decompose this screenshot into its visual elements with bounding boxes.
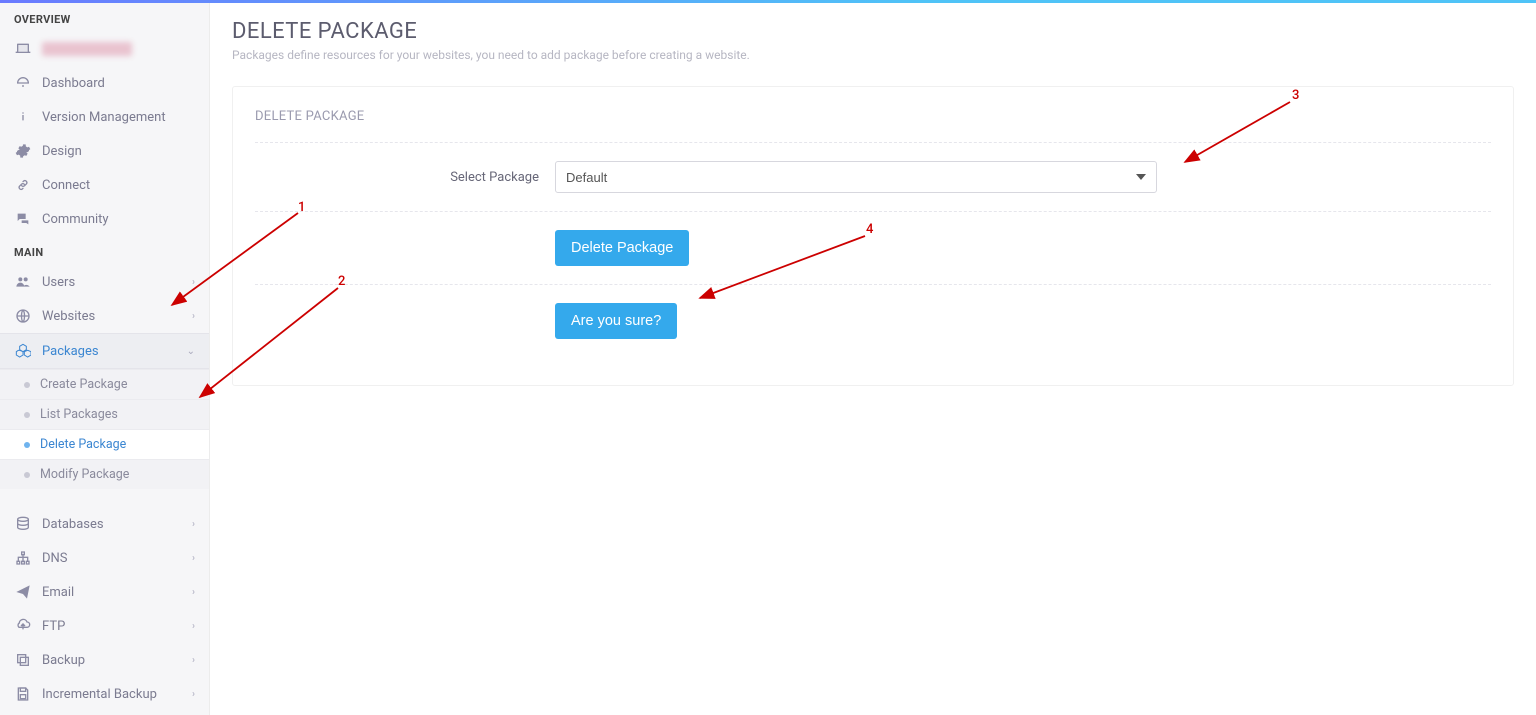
chevron-right-icon: › — [192, 689, 195, 700]
select-package-row: Select Package Default — [255, 143, 1491, 212]
sidebar-label: Email — [42, 585, 192, 600]
sidebar-label: Backup — [42, 653, 192, 668]
chevron-right-icon: › — [192, 553, 195, 564]
sidebar-label: FTP — [42, 619, 192, 634]
chevron-right-icon: › — [192, 519, 195, 530]
chevron-right-icon: › — [192, 587, 195, 598]
sidebar-item-websites[interactable]: Websites › — [0, 299, 209, 333]
sidebar-item-dashboard[interactable]: Dashboard — [0, 66, 209, 100]
sidebar-label: Packages — [42, 344, 187, 359]
select-package-label: Select Package — [255, 170, 555, 185]
top-accent-bar — [0, 0, 1536, 3]
database-icon — [14, 515, 32, 533]
sidebar-label: Incremental Backup — [42, 687, 192, 702]
sidebar: OVERVIEW Dashboard Version Management De… — [0, 3, 210, 715]
sidebar-item-incremental-backup[interactable]: Incremental Backup › — [0, 677, 209, 711]
page-title: DELETE PACKAGE — [232, 19, 1514, 44]
paper-plane-icon — [14, 583, 32, 601]
sidebar-item-version[interactable]: Version Management — [0, 100, 209, 134]
save-icon — [14, 685, 32, 703]
link-icon — [14, 176, 32, 194]
gear-icon — [14, 142, 32, 160]
sidebar-label: Databases — [42, 517, 192, 532]
sidebar-sub-create-package[interactable]: Create Package — [0, 369, 209, 399]
sitemap-icon — [14, 549, 32, 567]
section-main-title: MAIN — [0, 236, 209, 265]
cloud-upload-icon — [14, 617, 32, 635]
globe-icon — [14, 307, 32, 325]
sidebar-sub-list-packages[interactable]: List Packages — [0, 399, 209, 429]
sidebar-item-databases[interactable]: Databases › — [0, 507, 209, 541]
sidebar-label: Users — [42, 275, 192, 290]
copy-icon — [14, 651, 32, 669]
sidebar-item-email[interactable]: Email › — [0, 575, 209, 609]
packages-submenu: Create Package List Packages Delete Pack… — [0, 369, 209, 489]
sidebar-label: Version Management — [42, 110, 195, 125]
main-content: DELETE PACKAGE Packages define resources… — [210, 3, 1536, 715]
sidebar-label: DNS — [42, 551, 192, 566]
sidebar-item-community[interactable]: Community — [0, 202, 209, 236]
confirm-button-row: Are you sure? — [255, 285, 1491, 357]
page-subtitle: Packages define resources for your websi… — [232, 48, 1514, 62]
delete-package-button[interactable]: Delete Package — [555, 230, 689, 266]
delete-package-panel: DELETE PACKAGE Select Package Default De… — [232, 86, 1514, 386]
panel-title: DELETE PACKAGE — [255, 109, 1491, 143]
info-icon — [14, 108, 32, 126]
sidebar-label: Connect — [42, 178, 195, 193]
sidebar-label: Websites — [42, 309, 192, 324]
cubes-icon — [14, 342, 32, 360]
sidebar-sub-modify-package[interactable]: Modify Package — [0, 459, 209, 489]
delete-button-row: Delete Package — [255, 212, 1491, 285]
chevron-right-icon: › — [192, 655, 195, 666]
select-package-dropdown[interactable]: Default — [555, 161, 1157, 193]
laptop-icon — [14, 40, 32, 58]
sidebar-item-backup[interactable]: Backup › — [0, 643, 209, 677]
sidebar-label: Dashboard — [42, 76, 195, 91]
users-icon — [14, 273, 32, 291]
sidebar-item-connect[interactable]: Connect — [0, 168, 209, 202]
chevron-right-icon: › — [192, 277, 195, 288]
sidebar-item-host[interactable] — [0, 32, 209, 66]
sidebar-item-design[interactable]: Design — [0, 134, 209, 168]
comments-icon — [14, 210, 32, 228]
chevron-right-icon: › — [192, 621, 195, 632]
chevron-right-icon: › — [192, 311, 195, 322]
confirm-delete-button[interactable]: Are you sure? — [555, 303, 677, 339]
sidebar-item-ftp[interactable]: FTP › — [0, 609, 209, 643]
sidebar-label: Design — [42, 144, 195, 159]
sidebar-label: Community — [42, 212, 195, 227]
section-overview-title: OVERVIEW — [0, 3, 209, 32]
sidebar-item-dns[interactable]: DNS › — [0, 541, 209, 575]
sidebar-item-users[interactable]: Users › — [0, 265, 209, 299]
tachometer-icon — [14, 74, 32, 92]
sidebar-item-packages[interactable]: Packages ⌄ — [0, 333, 209, 369]
sidebar-sub-delete-package[interactable]: Delete Package — [0, 429, 209, 459]
chevron-down-icon: ⌄ — [187, 346, 195, 357]
sidebar-item-ssl[interactable]: SSL › — [0, 711, 209, 715]
hostname-blurred — [42, 42, 132, 56]
